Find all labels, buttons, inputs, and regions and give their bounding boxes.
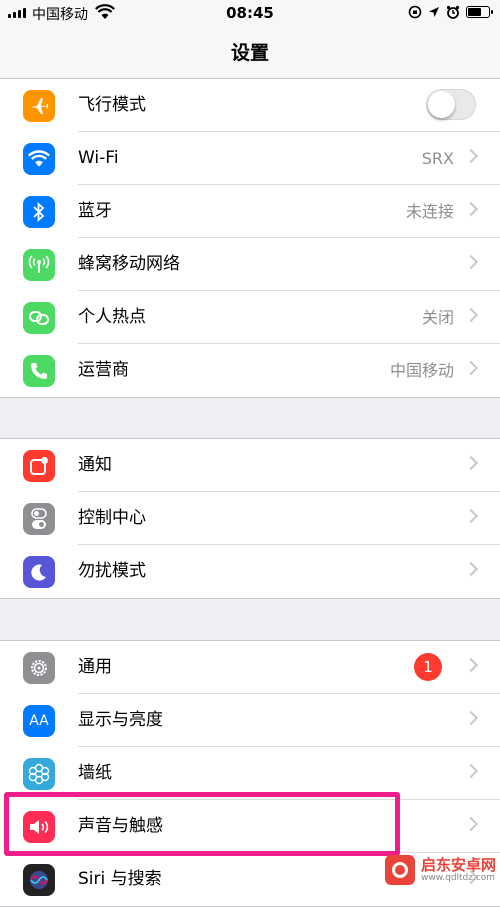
chevron-right-icon (463, 360, 479, 376)
location-icon (429, 7, 439, 17)
row-label: 个人热点 (78, 307, 146, 327)
watermark-url: www.qdltdz.com (420, 873, 496, 883)
connectivity-group: 飞行模式 Wi-Fi SRX 蓝牙 未连接 蜂窝移动网络 个人热点 关闭 运营商… (0, 78, 500, 398)
chevron-right-icon (463, 254, 479, 270)
chevron-right-icon (463, 561, 479, 577)
phone-icon (23, 355, 55, 387)
settings-row-hotspot[interactable]: 个人热点 关闭 (0, 291, 500, 344)
row-label: 控制中心 (78, 508, 146, 528)
wallpaper-icon (23, 758, 55, 790)
settings-row-bluetooth[interactable]: 蓝牙 未连接 (0, 185, 500, 238)
row-label: 勿扰模式 (78, 561, 146, 581)
settings-row-display[interactable]: AA 显示与亮度 (0, 694, 500, 747)
bluetooth-icon (23, 196, 55, 228)
wifi-icon (23, 143, 55, 175)
chevron-right-icon (463, 508, 479, 524)
settings-row-carrier[interactable]: 运营商 中国移动 (0, 344, 500, 397)
control-center-icon (23, 503, 55, 535)
update-badge: 1 (414, 653, 442, 681)
moon-icon (23, 556, 55, 588)
settings-row-do-not-disturb[interactable]: 勿扰模式 (0, 545, 500, 598)
row-label: 墙纸 (78, 763, 112, 783)
row-label: 声音与触感 (78, 816, 163, 836)
chevron-right-icon (463, 657, 479, 673)
top-bar: 中国移动 08:45 设置 (0, 0, 500, 79)
chevron-right-icon (463, 816, 479, 832)
row-label: 蜂窝移动网络 (78, 254, 180, 274)
notifications-icon (23, 450, 55, 482)
row-label: 通用 (78, 657, 112, 677)
battery-icon (466, 6, 493, 18)
rotation-lock-icon (408, 5, 422, 19)
row-label: 通知 (78, 455, 112, 475)
status-right (408, 5, 493, 19)
chevron-right-icon (463, 455, 479, 471)
settings-row-sounds-haptics[interactable]: 声音与触感 (0, 800, 500, 853)
gear-icon (23, 652, 55, 684)
hotspot-icon (23, 302, 55, 334)
chevron-right-icon (463, 307, 479, 323)
hotspot-status-value: 关闭 (421, 308, 454, 327)
status-bar: 中国移动 08:45 (0, 0, 500, 26)
watermark: 启东安卓网 www.qdltdz.com (384, 855, 496, 885)
settings-row-control-center[interactable]: 控制中心 (0, 492, 500, 545)
row-label: Siri 与搜索 (78, 869, 162, 889)
watermark-logo (384, 855, 415, 885)
wifi-network-value: SRX (421, 149, 454, 168)
row-label: 飞行模式 (78, 95, 146, 115)
airplane-mode-toggle[interactable] (426, 89, 476, 120)
settings-row-notifications[interactable]: 通知 (0, 439, 500, 492)
settings-row-airplane-mode[interactable]: 飞行模式 (0, 79, 500, 132)
row-label: Wi-Fi (78, 148, 119, 168)
settings-row-wallpaper[interactable]: 墙纸 (0, 747, 500, 800)
row-label: 显示与亮度 (78, 710, 163, 730)
row-label: 蓝牙 (78, 201, 112, 221)
bluetooth-status-value: 未连接 (405, 202, 454, 221)
settings-row-wifi[interactable]: Wi-Fi SRX (0, 132, 500, 185)
system-group: 通知 控制中心 勿扰模式 (0, 438, 500, 599)
airplane-icon (23, 90, 55, 122)
cellular-icon (23, 249, 55, 281)
alarm-icon (446, 5, 460, 19)
settings-row-general[interactable]: 通用 1 (0, 641, 500, 694)
chevron-right-icon (463, 148, 479, 164)
row-label: 运营商 (78, 360, 129, 380)
settings-row-cellular[interactable]: 蜂窝移动网络 (0, 238, 500, 291)
chevron-right-icon (463, 201, 479, 217)
watermark-name: 启东安卓网 (420, 856, 496, 874)
siri-icon (23, 864, 55, 896)
display-icon: AA (23, 705, 55, 737)
page-title: 设置 (230, 42, 269, 64)
speaker-icon (23, 811, 55, 843)
chevron-right-icon (463, 710, 479, 726)
chevron-right-icon (463, 763, 479, 779)
carrier-value: 中国移动 (389, 361, 454, 380)
